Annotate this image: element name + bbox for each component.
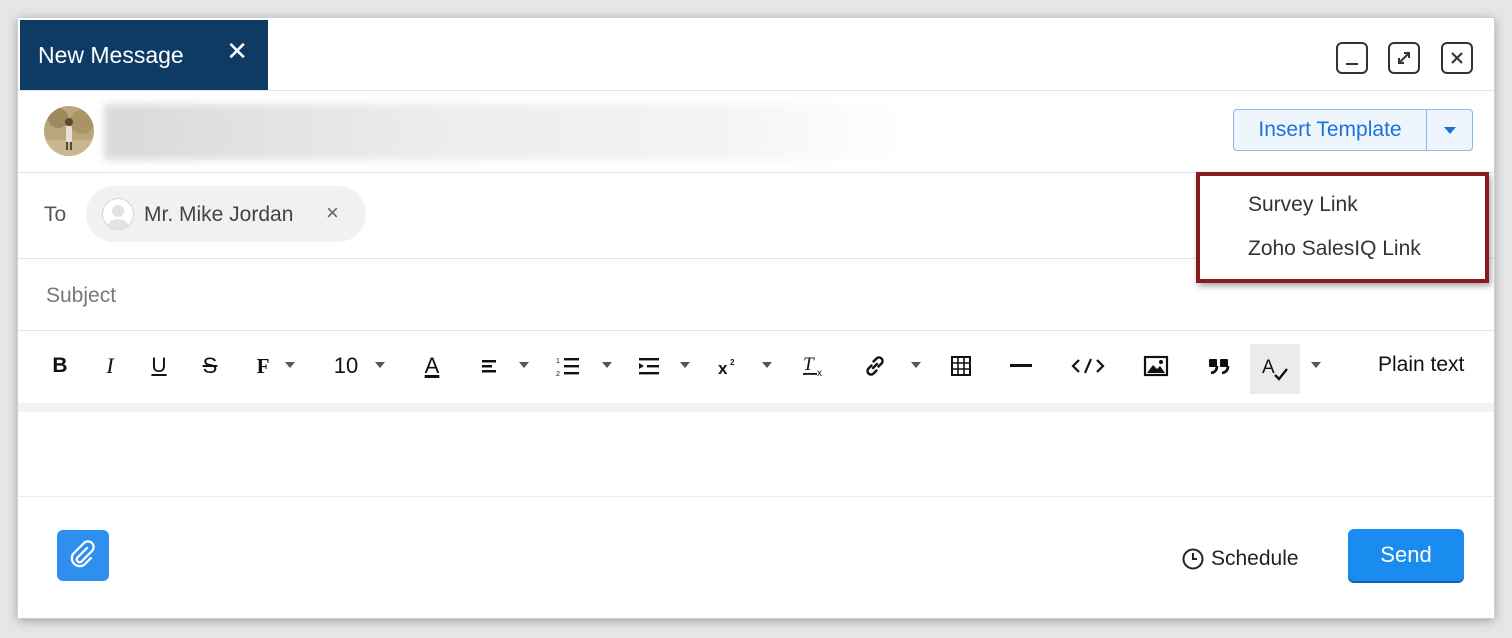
spell-check-dropdown-icon[interactable]: [1311, 362, 1321, 368]
close-icon: [1451, 52, 1463, 64]
font-size-dropdown-icon[interactable]: [375, 362, 385, 368]
font-family-button[interactable]: F: [251, 343, 275, 389]
from-row: Insert Template: [18, 90, 1494, 173]
spell-check-icon: A: [1262, 357, 1288, 381]
svg-text:T: T: [803, 354, 815, 375]
indent-button[interactable]: [636, 343, 662, 389]
svg-text:x: x: [718, 359, 728, 377]
close-window-button[interactable]: [1441, 42, 1473, 74]
quote-icon: [1209, 359, 1230, 375]
code-icon: [1071, 358, 1105, 374]
underline-button[interactable]: U: [147, 343, 171, 389]
svg-text:x: x: [817, 368, 822, 378]
font-size-button[interactable]: 10: [328, 343, 364, 389]
bold-button[interactable]: B: [48, 343, 72, 389]
superscript-button[interactable]: x 2: [716, 343, 744, 389]
link-icon: [866, 356, 884, 376]
superscript-icon: x 2: [718, 358, 735, 377]
insert-template-button[interactable]: Insert Template: [1234, 110, 1426, 150]
schedule-label: Schedule: [1211, 547, 1299, 570]
svg-text:2: 2: [730, 358, 735, 367]
align-left-icon: [482, 360, 496, 373]
horizontal-rule-icon: [1010, 364, 1032, 367]
toolbar-divider: [18, 403, 1494, 412]
superscript-dropdown-icon[interactable]: [762, 362, 772, 368]
user-photo-icon: [44, 106, 94, 156]
compose-tab[interactable]: New Message ✕: [20, 20, 268, 90]
attach-button[interactable]: [57, 530, 109, 581]
spell-check-button[interactable]: A: [1250, 344, 1300, 394]
clock-icon: [1182, 548, 1204, 570]
close-tab-icon[interactable]: ✕: [226, 38, 248, 64]
code-button[interactable]: [1068, 343, 1108, 389]
link-dropdown-icon[interactable]: [911, 362, 921, 368]
to-label: To: [44, 203, 67, 226]
image-icon: [1143, 355, 1169, 377]
insert-template-dropdown[interactable]: [1427, 110, 1473, 150]
ordered-list-icon: 1 2: [556, 358, 579, 377]
plain-text-toggle[interactable]: Plain text: [1378, 353, 1464, 377]
svg-text:2: 2: [556, 371, 560, 377]
expand-button[interactable]: [1388, 42, 1420, 74]
svg-text:A: A: [1262, 357, 1275, 378]
text-color-button[interactable]: A: [418, 343, 446, 389]
template-dropdown-menu: Survey Link Zoho SalesIQ Link: [1196, 172, 1489, 283]
indent-dropdown-icon[interactable]: [680, 362, 690, 368]
align-button[interactable]: [478, 343, 502, 389]
link-button[interactable]: [860, 343, 890, 389]
minimize-icon: [1346, 63, 1358, 65]
svg-text:1: 1: [556, 358, 560, 365]
format-toolbar: B I U S F 10 A 1 2 x 2 T x A Plain text: [18, 331, 1494, 403]
horizontal-line-button[interactable]: [1008, 343, 1034, 389]
blockquote-button[interactable]: [1205, 343, 1233, 389]
compose-window: New Message ✕ Insert Template To Mr. Mik…: [18, 18, 1494, 618]
numbered-list-button[interactable]: 1 2: [554, 343, 582, 389]
indent-icon: [639, 358, 659, 375]
paperclip-icon: [70, 540, 95, 568]
person-icon: [107, 205, 129, 229]
font-family-dropdown-icon[interactable]: [285, 362, 295, 368]
strikethrough-button[interactable]: S: [198, 343, 222, 389]
numbered-list-dropdown-icon[interactable]: [602, 362, 612, 368]
sender-address-redacted: [104, 104, 904, 160]
sender-avatar: [44, 106, 94, 156]
compose-tab-title: New Message: [38, 42, 184, 68]
message-body-editor[interactable]: [18, 412, 1494, 497]
subject-input[interactable]: [44, 279, 1048, 313]
title-bar: New Message ✕: [18, 18, 1494, 91]
send-button[interactable]: Send: [1348, 529, 1464, 581]
chevron-down-icon: [1444, 127, 1456, 134]
table-button[interactable]: [948, 343, 974, 389]
minimize-button[interactable]: [1336, 42, 1368, 74]
contact-avatar: [102, 198, 134, 230]
expand-icon: [1398, 52, 1410, 64]
table-icon: [951, 356, 971, 376]
clear-format-icon: T x: [803, 354, 822, 378]
clear-format-button[interactable]: T x: [800, 343, 830, 389]
recipient-name: Mr. Mike Jordan: [144, 203, 294, 226]
menu-item-survey-link[interactable]: Survey Link: [1248, 193, 1358, 217]
recipient-chip[interactable]: Mr. Mike Jordan ×: [86, 186, 366, 242]
remove-recipient-icon[interactable]: ×: [326, 200, 339, 226]
align-dropdown-icon[interactable]: [519, 362, 529, 368]
italic-button[interactable]: I: [98, 343, 122, 389]
menu-item-zoho-salesiq-link[interactable]: Zoho SalesIQ Link: [1248, 237, 1421, 261]
insert-template-control: Insert Template: [1233, 109, 1473, 151]
insert-image-button[interactable]: [1142, 343, 1170, 389]
